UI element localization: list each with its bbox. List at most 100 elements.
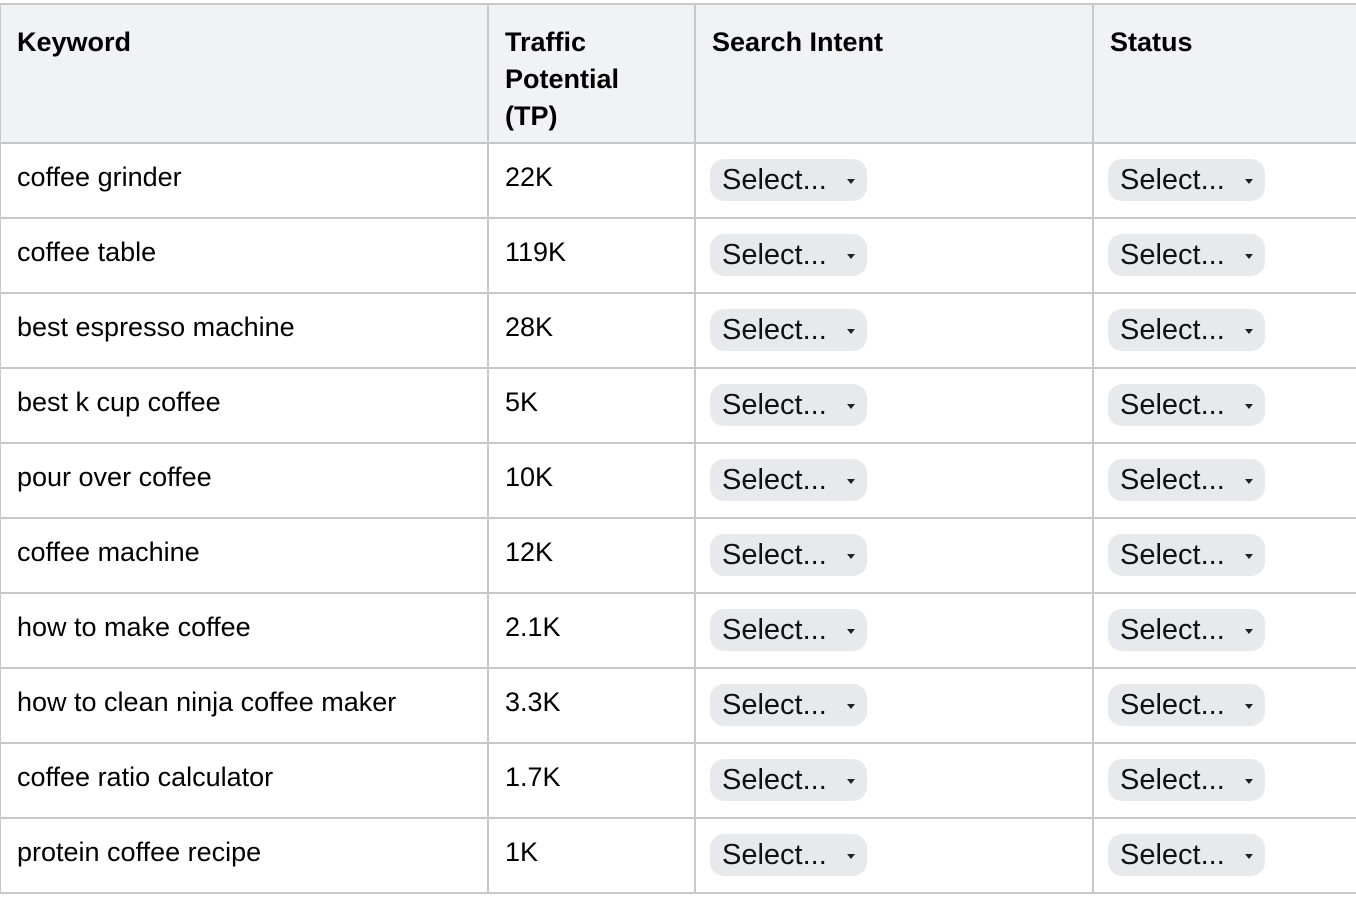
keyword-table: Keyword Traffic Potential (TP) Search In… — [0, 3, 1356, 894]
keyword-cell: how to clean ninja coffee maker — [0, 667, 489, 744]
keyword-cell: coffee ratio calculator — [0, 742, 489, 819]
column-header-keyword[interactable]: Keyword — [0, 3, 489, 144]
search-intent-select[interactable]: Select... — [710, 759, 867, 801]
search-intent-select-value: Select... — [722, 689, 827, 721]
search-intent-select-value: Select... — [722, 764, 827, 796]
traffic-potential-cell: 22K — [487, 142, 696, 219]
status-cell: Select... — [1092, 667, 1356, 744]
status-cell: Select... — [1092, 592, 1356, 669]
keyword-cell: coffee grinder — [0, 142, 489, 219]
column-header-status[interactable]: Status — [1092, 3, 1356, 144]
status-select-value: Select... — [1120, 614, 1225, 646]
status-select-value: Select... — [1120, 539, 1225, 571]
search-intent-select[interactable]: Select... — [710, 159, 867, 201]
search-intent-cell: Select... — [694, 367, 1094, 444]
status-cell: Select... — [1092, 217, 1356, 294]
keyword-cell: protein coffee recipe — [0, 817, 489, 894]
status-select[interactable]: Select... — [1108, 309, 1265, 351]
traffic-potential-cell: 3.3K — [487, 667, 696, 744]
search-intent-select[interactable]: Select... — [710, 459, 867, 501]
table-row: coffee machine 12K Select... Select... — [0, 517, 1356, 594]
search-intent-select-value: Select... — [722, 614, 827, 646]
search-intent-select[interactable]: Select... — [710, 534, 867, 576]
traffic-potential-cell: 119K — [487, 217, 696, 294]
caret-down-icon — [1244, 478, 1253, 484]
table-row: best k cup coffee 5K Select... Select... — [0, 367, 1356, 444]
caret-down-icon — [846, 253, 855, 259]
status-select-value: Select... — [1120, 164, 1225, 196]
caret-down-icon — [1244, 328, 1253, 334]
search-intent-cell: Select... — [694, 817, 1094, 894]
status-cell: Select... — [1092, 442, 1356, 519]
status-cell: Select... — [1092, 517, 1356, 594]
status-cell: Select... — [1092, 142, 1356, 219]
traffic-potential-cell: 12K — [487, 517, 696, 594]
search-intent-select[interactable]: Select... — [710, 384, 867, 426]
table-row: coffee ratio calculator 1.7K Select... S… — [0, 742, 1356, 819]
search-intent-select[interactable]: Select... — [710, 309, 867, 351]
search-intent-select-value: Select... — [722, 839, 827, 871]
search-intent-select-value: Select... — [722, 239, 827, 271]
traffic-potential-cell: 1.7K — [487, 742, 696, 819]
caret-down-icon — [846, 778, 855, 784]
search-intent-cell: Select... — [694, 742, 1094, 819]
status-select[interactable]: Select... — [1108, 234, 1265, 276]
keyword-table-container: Keyword Traffic Potential (TP) Search In… — [0, 3, 1356, 894]
status-select[interactable]: Select... — [1108, 759, 1265, 801]
caret-down-icon — [846, 478, 855, 484]
status-select[interactable]: Select... — [1108, 159, 1265, 201]
table-row: how to clean ninja coffee maker 3.3K Sel… — [0, 667, 1356, 744]
search-intent-cell: Select... — [694, 217, 1094, 294]
search-intent-cell: Select... — [694, 142, 1094, 219]
caret-down-icon — [1244, 178, 1253, 184]
search-intent-select[interactable]: Select... — [710, 684, 867, 726]
table-row: coffee table 119K Select... Select... — [0, 217, 1356, 294]
caret-down-icon — [1244, 703, 1253, 709]
table-row: coffee grinder 22K Select... Select... — [0, 142, 1356, 219]
caret-down-icon — [846, 403, 855, 409]
caret-down-icon — [1244, 628, 1253, 634]
status-select[interactable]: Select... — [1108, 684, 1265, 726]
search-intent-cell: Select... — [694, 442, 1094, 519]
status-select-value: Select... — [1120, 764, 1225, 796]
keyword-cell: best espresso machine — [0, 292, 489, 369]
status-select[interactable]: Select... — [1108, 384, 1265, 426]
search-intent-select-value: Select... — [722, 464, 827, 496]
search-intent-cell: Select... — [694, 292, 1094, 369]
search-intent-select[interactable]: Select... — [710, 609, 867, 651]
status-cell: Select... — [1092, 742, 1356, 819]
traffic-potential-cell: 2.1K — [487, 592, 696, 669]
caret-down-icon — [846, 853, 855, 859]
traffic-potential-cell: 1K — [487, 817, 696, 894]
caret-down-icon — [1244, 253, 1253, 259]
column-header-traffic-potential[interactable]: Traffic Potential (TP) — [487, 3, 696, 144]
status-cell: Select... — [1092, 817, 1356, 894]
search-intent-select[interactable]: Select... — [710, 834, 867, 876]
status-select[interactable]: Select... — [1108, 609, 1265, 651]
caret-down-icon — [1244, 553, 1253, 559]
keyword-cell: coffee machine — [0, 517, 489, 594]
table-row: best espresso machine 28K Select... Sele… — [0, 292, 1356, 369]
status-select[interactable]: Select... — [1108, 834, 1265, 876]
table-row: how to make coffee 2.1K Select... Select… — [0, 592, 1356, 669]
keyword-cell: coffee table — [0, 217, 489, 294]
status-select-value: Select... — [1120, 464, 1225, 496]
traffic-potential-cell: 5K — [487, 367, 696, 444]
search-intent-cell: Select... — [694, 667, 1094, 744]
status-select[interactable]: Select... — [1108, 534, 1265, 576]
column-header-search-intent[interactable]: Search Intent — [694, 3, 1094, 144]
traffic-potential-cell: 10K — [487, 442, 696, 519]
keyword-cell: pour over coffee — [0, 442, 489, 519]
caret-down-icon — [846, 328, 855, 334]
status-select-value: Select... — [1120, 389, 1225, 421]
caret-down-icon — [1244, 403, 1253, 409]
table-row: pour over coffee 10K Select... Select... — [0, 442, 1356, 519]
keyword-cell: best k cup coffee — [0, 367, 489, 444]
keyword-cell: how to make coffee — [0, 592, 489, 669]
status-select[interactable]: Select... — [1108, 459, 1265, 501]
status-cell: Select... — [1092, 292, 1356, 369]
traffic-potential-cell: 28K — [487, 292, 696, 369]
search-intent-select-value: Select... — [722, 389, 827, 421]
search-intent-select[interactable]: Select... — [710, 234, 867, 276]
search-intent-select-value: Select... — [722, 314, 827, 346]
